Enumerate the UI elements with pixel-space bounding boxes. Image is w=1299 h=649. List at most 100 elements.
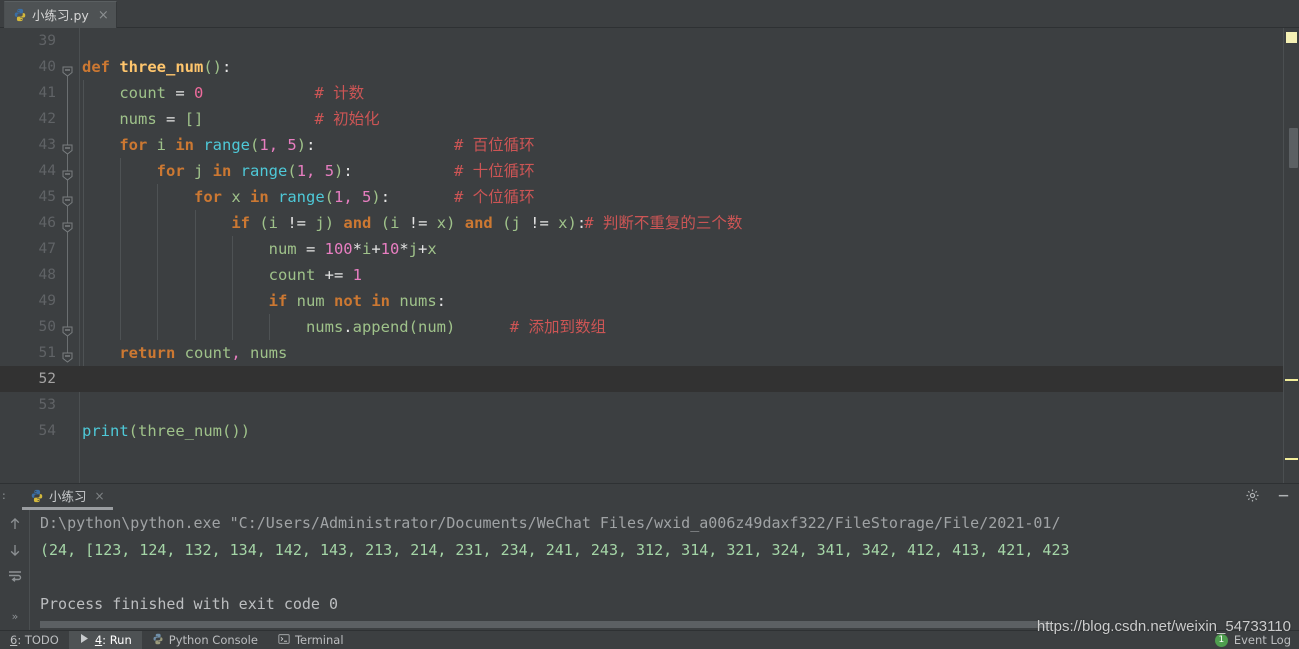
run-tool-window: : 小练习 × » D:\python\python.exe "C:/Users…	[0, 483, 1299, 631]
console-prefix-label: :	[2, 489, 6, 502]
console-output[interactable]: D:\python\python.exe "C:/Users/Administr…	[31, 510, 1299, 631]
line-number: 44	[38, 163, 56, 179]
code-line[interactable]: 40 def three_num():	[0, 54, 1299, 80]
line-number: 54	[38, 423, 56, 439]
status-bar-item-label: 4: Run	[94, 633, 132, 647]
code-text: nums = []	[82, 110, 204, 128]
code-text: for j in range(1, 5):	[156, 162, 353, 180]
code-comment: # 百位循环	[454, 136, 535, 154]
status-bar-right: 1 Event Log	[1214, 633, 1299, 647]
close-icon[interactable]: ×	[98, 9, 109, 22]
code-text: print(three_num())	[82, 422, 251, 440]
line-number: 42	[38, 111, 56, 127]
minimize-icon[interactable]	[1276, 488, 1291, 507]
code-comment: # 计数	[314, 84, 365, 102]
expand-icon[interactable]: »	[7, 610, 23, 626]
editor-tab-strip: 小练习.py ×	[0, 0, 1299, 28]
terminal-icon	[278, 633, 290, 648]
line-number: 50	[38, 319, 56, 335]
run-config-tab-label: 小练习	[49, 489, 87, 504]
editor-scrollbar-thumb[interactable]	[1289, 128, 1298, 168]
status-bar-item-python-console[interactable]: Python Console	[142, 631, 268, 649]
fold-toggle-icon[interactable]	[62, 218, 73, 233]
watermark: https://blog.csdn.net/weixin_54733110	[1036, 618, 1291, 635]
code-line[interactable]: 47 num = 100*i+10*j+x	[0, 236, 1299, 262]
line-number: 43	[38, 137, 56, 153]
status-bar-item-label: Python Console	[168, 633, 258, 647]
code-text: count += 1	[82, 266, 362, 284]
soft-wrap-icon[interactable]	[7, 568, 23, 584]
code-line[interactable]: 46 if (i != j) and (i != x) and (j != x)…	[0, 210, 1299, 236]
code-comment: # 十位循环	[454, 162, 535, 180]
code-comment: # 个位循环	[454, 188, 535, 206]
gear-icon[interactable]	[1245, 488, 1260, 507]
code-line[interactable]: 49 if num not in nums:	[0, 288, 1299, 314]
run-config-tab[interactable]: 小练习 ×	[22, 484, 113, 510]
change-marker	[1285, 458, 1298, 460]
fold-toggle-icon[interactable]	[62, 322, 73, 337]
editor-marker-bar[interactable]	[1283, 28, 1299, 483]
code-line[interactable]: 51 return count, nums	[0, 340, 1299, 366]
fold-region-line	[67, 67, 68, 353]
fold-toggle-icon[interactable]	[62, 140, 73, 155]
console-side-toolbar: »	[0, 510, 30, 631]
console-actions	[1245, 488, 1291, 507]
status-bar-item-4-run[interactable]: 4: Run	[68, 630, 142, 649]
code-text: if (i != j) and (i != x) and (j != x):	[231, 214, 587, 232]
code-line[interactable]: 50 nums.append(num) # 添加到数组	[0, 314, 1299, 340]
up-arrow-icon[interactable]	[7, 516, 23, 532]
line-number: 52	[38, 371, 56, 387]
console-horizontal-scrollbar[interactable]	[40, 621, 1050, 628]
code-line[interactable]: 52	[0, 366, 1299, 392]
line-number: 49	[38, 293, 56, 309]
python-icon	[152, 633, 164, 648]
line-number: 46	[38, 215, 56, 231]
code-line[interactable]: 45 for x in range(1, 5): # 个位循环	[0, 184, 1299, 210]
line-number: 41	[38, 85, 56, 101]
event-log-label[interactable]: Event Log	[1234, 633, 1291, 647]
code-text: return count, nums	[119, 344, 288, 362]
code-line[interactable]: 42 nums = [] # 初始化	[0, 106, 1299, 132]
code-text: for x in range(1, 5):	[193, 188, 391, 206]
status-bar-item-label: Terminal	[294, 633, 344, 647]
line-number: 48	[38, 267, 56, 283]
fold-toggle-icon[interactable]	[62, 348, 73, 363]
fold-toggle-icon[interactable]	[62, 192, 73, 207]
code-editor[interactable]: 39 40 def three_num(): 41 count = 0 # 计数 42 n…	[0, 28, 1299, 483]
code-line[interactable]: 43 for i in range(1, 5): # 百位循环	[0, 132, 1299, 158]
line-number: 51	[38, 345, 56, 361]
status-bar-item-label: 6: TODO	[10, 633, 59, 647]
code-line[interactable]: 53	[0, 392, 1299, 418]
event-log-badge: 1	[1214, 633, 1228, 647]
editor-tab-label: 小练习.py	[32, 7, 89, 23]
console-output-line: (24, [123, 124, 132, 134, 142, 143, 213,…	[40, 541, 1070, 559]
line-number: 45	[38, 189, 56, 205]
code-line[interactable]: 41 count = 0 # 计数	[0, 80, 1299, 106]
code-text: count = 0	[82, 84, 204, 102]
status-bar-item-6-todo[interactable]: 6: TODO	[0, 631, 69, 649]
console-output-line: D:\python\python.exe "C:/Users/Administr…	[40, 514, 1061, 532]
run-icon	[79, 633, 90, 647]
code-comment: # 判断不重复的三个数	[584, 214, 743, 232]
editor-tab-xiaolianxi[interactable]: 小练习.py ×	[4, 1, 117, 28]
code-text: def three_num():	[82, 58, 232, 76]
code-line[interactable]: 44 for j in range(1, 5): # 十位循环	[0, 158, 1299, 184]
code-lines[interactable]: 39 40 def three_num(): 41 count = 0 # 计数 42 n…	[0, 28, 1299, 483]
inspection-marker-icon[interactable]	[1286, 32, 1297, 43]
line-number: 39	[38, 33, 56, 49]
code-line[interactable]: 39	[0, 28, 1299, 54]
code-text: nums.append(num)	[82, 318, 456, 336]
close-icon[interactable]: ×	[95, 489, 105, 503]
python-icon	[30, 489, 44, 503]
python-file-icon	[13, 8, 27, 22]
code-line[interactable]: 48 count += 1	[0, 262, 1299, 288]
fold-toggle-icon[interactable]	[62, 62, 73, 77]
fold-toggle-icon[interactable]	[62, 166, 73, 181]
line-number: 53	[38, 397, 56, 413]
status-bar-item-terminal[interactable]: Terminal	[268, 631, 354, 649]
code-text: for i in range(1, 5):	[119, 136, 316, 154]
down-arrow-icon[interactable]	[7, 542, 23, 558]
code-line[interactable]: 54 print(three_num())	[0, 418, 1299, 444]
change-marker	[1285, 379, 1298, 381]
